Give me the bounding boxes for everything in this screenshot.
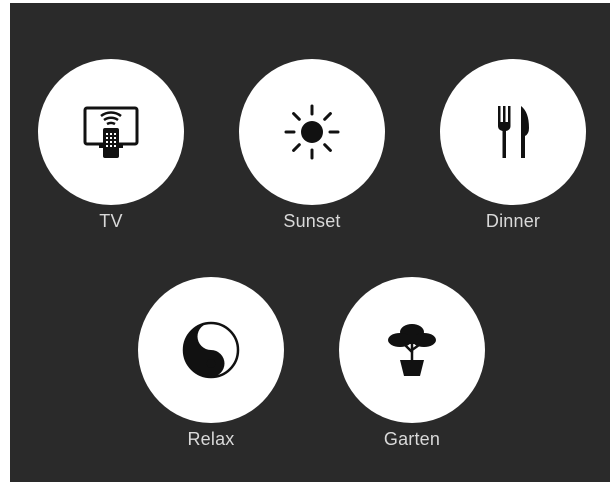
scene-button-dinner[interactable]: Dinner xyxy=(440,59,586,232)
scene-label-dinner: Dinner xyxy=(485,211,541,231)
yin-yang-icon xyxy=(179,318,243,382)
scene-label-sunset: Sunset xyxy=(283,211,341,231)
scene-circle[interactable] xyxy=(38,59,184,205)
scene-label-tv: TV xyxy=(99,211,123,231)
scene-button-sunset[interactable]: Sunset xyxy=(239,59,385,232)
scene-circle[interactable] xyxy=(339,277,485,423)
scene-circle[interactable] xyxy=(440,59,586,205)
scene-label-garten: Garten xyxy=(383,429,441,449)
fork-knife-icon xyxy=(481,100,545,164)
scene-circle[interactable] xyxy=(239,59,385,205)
scene-circle[interactable] xyxy=(138,277,284,423)
sun-icon xyxy=(280,100,344,164)
scenes-panel: TV Sunset Dinner Relax Garten xyxy=(10,3,610,482)
scene-button-relax[interactable]: Relax xyxy=(138,277,284,450)
scene-button-tv[interactable]: TV xyxy=(38,59,184,232)
potted-tree-icon xyxy=(380,318,444,382)
scene-label-relax: Relax xyxy=(187,429,235,449)
scene-button-garten[interactable]: Garten xyxy=(339,277,485,450)
tv-remote-icon xyxy=(79,100,143,164)
